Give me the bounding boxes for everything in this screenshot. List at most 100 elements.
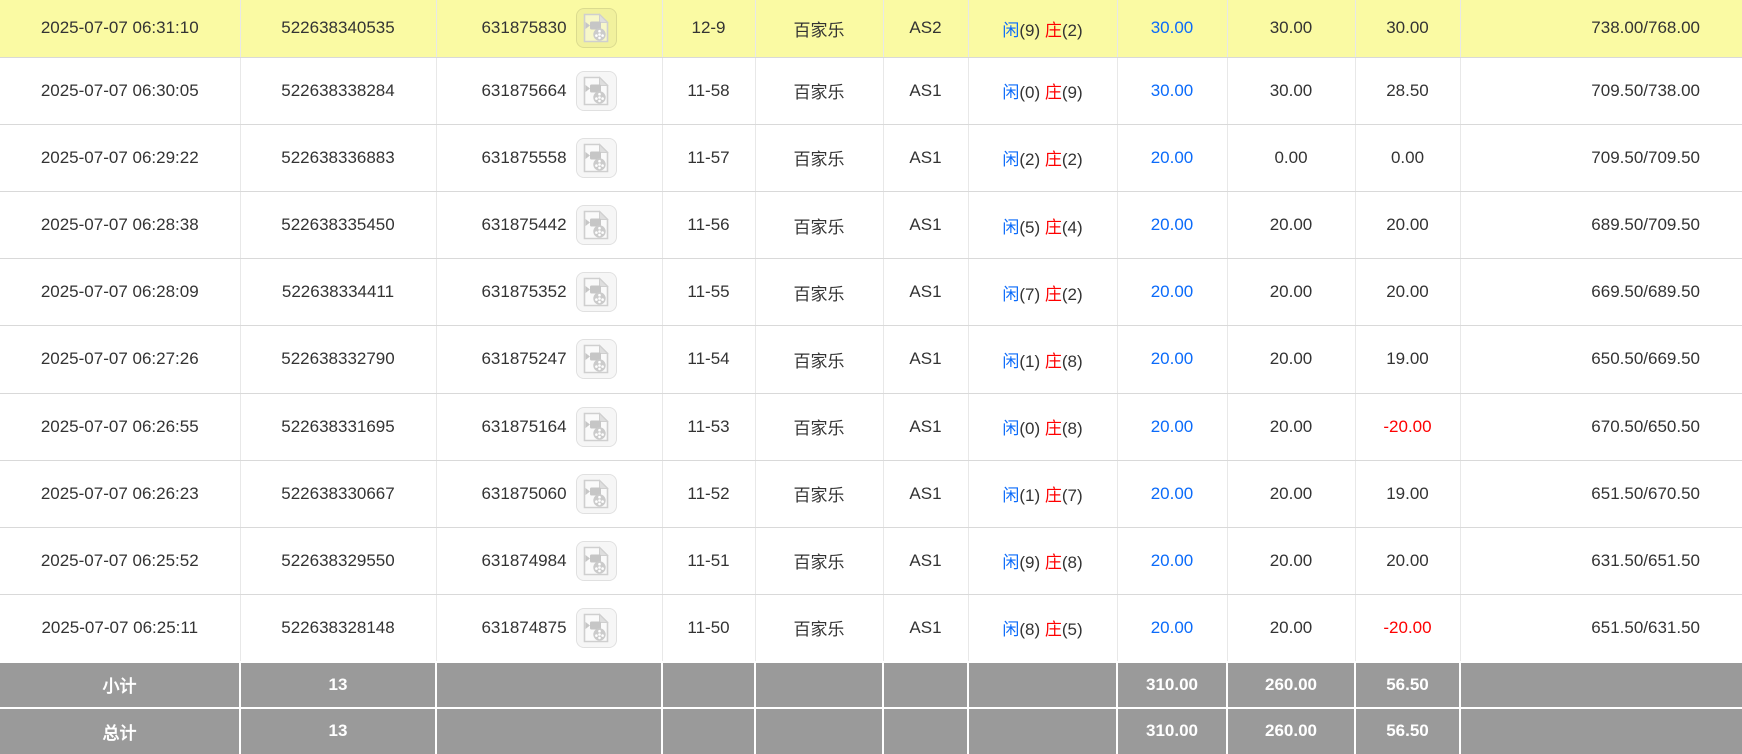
bet-record-row[interactable]: 2025-07-07 06:31:10522638340535631875830… [0,0,1742,57]
video-replay-button[interactable] [576,541,617,581]
valid-bet: 20.00 [1270,484,1313,503]
player-points: (0) [1019,83,1040,102]
result-cell: 闲(9) 庄(2) [968,0,1117,57]
win-loss-cell: 19.00 [1355,460,1460,527]
balance-cell: 631.50/651.50 [1460,527,1742,594]
game-type-cell: 百家乐 [755,57,883,124]
game-type: 百家乐 [794,83,845,102]
bet-record-row[interactable]: 2025-07-07 06:28:09522638334411631875352… [0,259,1742,326]
player-points: (2) [1019,150,1040,169]
table-code-cell: AS1 [883,595,968,662]
summary-valid-bet-total: 260.00 [1265,721,1317,740]
bet-record-row[interactable]: 2025-07-07 06:25:52522638329550631874984… [0,527,1742,594]
table-code: AS1 [909,551,941,570]
summary-empty-cell [436,662,662,708]
order-id: 522638335450 [281,215,394,234]
balance: 650.50/669.50 [1591,349,1700,368]
game-id-cell: 631874875 [436,595,662,662]
video-replay-icon [582,412,610,442]
bet-record-row[interactable]: 2025-07-07 06:27:26522638332790631875247… [0,326,1742,393]
video-replay-button[interactable] [576,71,617,111]
game-id: 631875442 [481,215,566,235]
summary-empty-cell [1460,708,1742,754]
video-replay-button[interactable] [576,608,617,648]
table-code-cell: AS2 [883,0,968,57]
summary-valid-bet-cell: 260.00 [1227,662,1355,708]
video-replay-button[interactable] [576,339,617,379]
bet-record-row[interactable]: 2025-07-07 06:30:05522638338284631875664… [0,57,1742,124]
bet-time-cell: 2025-07-07 06:25:11 [0,595,240,662]
video-replay-button[interactable] [576,407,617,447]
game-id-with-video: 631875247 [437,339,662,379]
table-round: 11-56 [687,215,729,234]
video-replay-button[interactable] [576,205,617,245]
bet-amount-cell: 20.00 [1117,191,1227,258]
player-points: (1) [1019,352,1040,371]
bet-record-row[interactable]: 2025-07-07 06:26:23522638330667631875060… [0,460,1742,527]
table-round-cell: 11-58 [662,57,755,124]
game-id-with-video: 631874875 [437,608,662,648]
result-cell: 闲(1) 庄(7) [968,460,1117,527]
win-loss: 19.00 [1386,484,1429,503]
game-type-cell: 百家乐 [755,393,883,460]
summary-count: 13 [329,675,348,694]
balance-cell: 650.50/669.50 [1460,326,1742,393]
video-replay-button[interactable] [576,8,617,48]
game-id-with-video: 631875352 [437,272,662,312]
balance-cell: 709.50/709.50 [1460,124,1742,191]
summary-empty-cell [436,708,662,754]
video-replay-button[interactable] [576,138,617,178]
player-label: 闲 [1002,83,1019,102]
table-round-cell: 11-55 [662,259,755,326]
bet-time-cell: 2025-07-07 06:27:26 [0,326,240,393]
bet-amount: 20.00 [1151,417,1194,436]
bet-time-cell: 2025-07-07 06:26:55 [0,393,240,460]
summary-win-loss-cell: 56.50 [1355,662,1460,708]
valid-bet: 20.00 [1270,618,1313,637]
bet-record-row[interactable]: 2025-07-07 06:28:38522638335450631875442… [0,191,1742,258]
result-cell: 闲(9) 庄(8) [968,527,1117,594]
game-id-cell: 631875830 [436,0,662,57]
game-type-cell: 百家乐 [755,326,883,393]
result-cell: 闲(0) 庄(9) [968,57,1117,124]
table-code: AS1 [909,148,941,167]
game-id-cell: 631875558 [436,124,662,191]
game-type-cell: 百家乐 [755,259,883,326]
game-id: 631875830 [481,18,566,38]
order-id-cell: 522638334411 [240,259,436,326]
video-replay-button[interactable] [576,474,617,514]
order-id-cell: 522638330667 [240,460,436,527]
banker-points: (8) [1062,352,1083,371]
bet-amount-cell: 20.00 [1117,527,1227,594]
bet-record-row[interactable]: 2025-07-07 06:25:11522638328148631874875… [0,595,1742,662]
summary-bet-total: 310.00 [1146,721,1198,740]
bet-record-row[interactable]: 2025-07-07 06:26:55522638331695631875164… [0,393,1742,460]
game-type: 百家乐 [794,218,845,237]
win-loss: 20.00 [1386,215,1429,234]
video-replay-button[interactable] [576,272,617,312]
win-loss: -20.00 [1383,417,1431,436]
game-type: 百家乐 [794,21,845,40]
win-loss-cell: 20.00 [1355,259,1460,326]
video-replay-icon [582,613,610,643]
order-id: 522638338284 [281,81,394,100]
bet-time: 2025-07-07 06:31:10 [41,18,199,37]
bet-amount-cell: 20.00 [1117,460,1227,527]
player-label: 闲 [1002,285,1019,304]
balance: 631.50/651.50 [1591,551,1700,570]
order-id: 522638329550 [281,551,394,570]
summary-label: 总计 [103,724,137,743]
game-type: 百家乐 [794,553,845,572]
valid-bet: 20.00 [1270,215,1313,234]
bet-time-cell: 2025-07-07 06:25:52 [0,527,240,594]
table-code-cell: AS1 [883,393,968,460]
bet-record-row[interactable]: 2025-07-07 06:29:22522638336883631875558… [0,124,1742,191]
table-round-cell: 11-57 [662,124,755,191]
player-points: (5) [1019,218,1040,237]
table-round: 11-57 [687,148,729,167]
summary-win-loss-cell: 56.50 [1355,708,1460,754]
win-loss-cell: -20.00 [1355,595,1460,662]
table-round-cell: 11-56 [662,191,755,258]
game-type: 百家乐 [794,419,845,438]
table-round-cell: 12-9 [662,0,755,57]
